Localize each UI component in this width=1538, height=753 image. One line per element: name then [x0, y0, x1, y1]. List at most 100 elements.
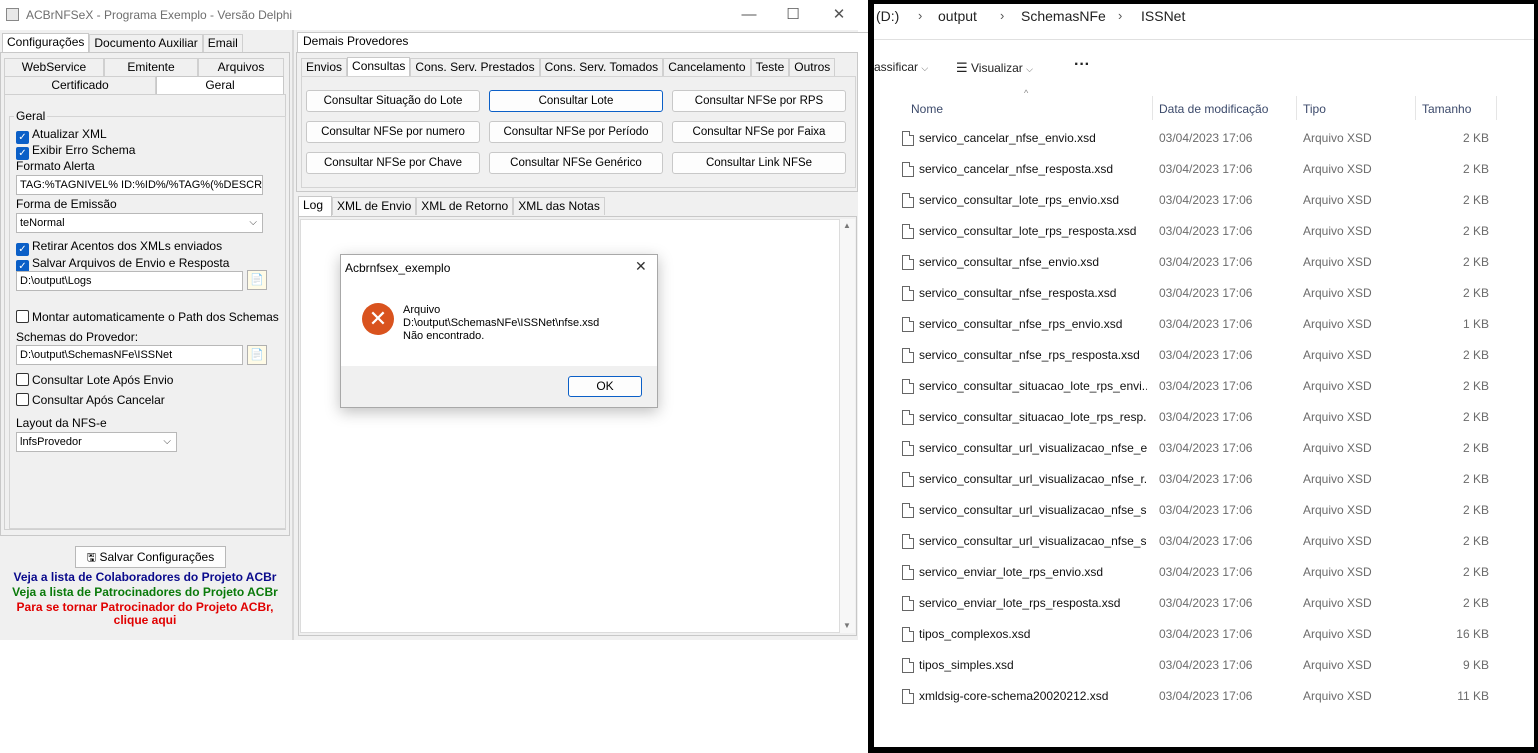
column-header-date[interactable]: Data de modificação: [1159, 102, 1268, 116]
splitter[interactable]: [292, 30, 294, 640]
montar-path-checkbox[interactable]: Montar automaticamente o Path dos Schema…: [16, 310, 279, 324]
file-row[interactable]: servico_consultar_situacao_lote_rps_resp…: [874, 402, 1534, 433]
file-row[interactable]: servico_consultar_nfse_rps_resposta.xsd 0…: [874, 340, 1534, 371]
tab-email[interactable]: Email: [202, 34, 243, 52]
patrocinador-link-line1[interactable]: Para se tornar Patrocinador do Projeto A…: [0, 600, 290, 614]
patrocinador-link-line2[interactable]: clique aqui: [0, 613, 290, 627]
file-row[interactable]: servico_consultar_nfse_rps_envio.xsd 03/0…: [874, 309, 1534, 340]
layout-select[interactable]: lnfsProvedor ⌵: [16, 432, 177, 452]
file-row[interactable]: servico_consultar_lote_rps_resposta.xsd 0…: [874, 216, 1534, 247]
address-bar[interactable]: (D:) › output › SchemasNFe › ISSNet: [874, 4, 1534, 40]
file-date: 03/04/2023 17:06: [1159, 689, 1253, 703]
file-row[interactable]: servico_consultar_nfse_envio.xsd 03/04/20…: [874, 247, 1534, 278]
colaboradores-link[interactable]: Veja a lista de Colaboradores do Projeto…: [0, 570, 290, 584]
tab-envios[interactable]: Envios: [301, 58, 348, 76]
file-row[interactable]: servico_cancelar_nfse_envio.xsd 03/04/202…: [874, 123, 1534, 154]
file-row[interactable]: tipos_complexos.xsd 03/04/2023 17:06 Arqui…: [874, 619, 1534, 650]
browse-folder-icon[interactable]: 📄: [247, 270, 267, 290]
log-scrollbar[interactable]: ▲ ▼: [840, 219, 855, 633]
file-row[interactable]: tipos_simples.xsd 03/04/2023 17:06 Arquivo…: [874, 650, 1534, 681]
consultar-nfse-chave-button[interactable]: Consultar NFSe por Chave: [306, 152, 480, 174]
tab-configuracoes[interactable]: Configurações: [2, 33, 90, 53]
column-divider[interactable]: [1496, 96, 1497, 120]
file-row[interactable]: servico_consultar_lote_rps_envio.xsd 03/0…: [874, 185, 1534, 216]
tab-cancelamento[interactable]: Cancelamento: [663, 58, 751, 76]
file-row[interactable]: servico_consultar_url_visualizacao_nfse_…: [874, 433, 1534, 464]
consultar-cancelar-checkbox[interactable]: Consultar Após Cancelar: [16, 393, 165, 407]
file-row[interactable]: servico_consultar_situacao_lote_rps_envi…: [874, 371, 1534, 402]
minimize-button[interactable]: —: [726, 4, 772, 26]
consultar-nfse-numero-button[interactable]: Consultar NFSe por numero: [306, 121, 480, 143]
visualizar-button[interactable]: ☰ Visualizar ⌵: [956, 60, 1033, 76]
close-button[interactable]: ✕: [816, 4, 862, 26]
tab-log[interactable]: Log: [298, 196, 333, 216]
consultar-situacao-lote-button[interactable]: Consultar Situação do Lote: [306, 90, 480, 112]
tab-certificado[interactable]: Certificado: [4, 76, 156, 94]
logs-path-input[interactable]: D:\output\Logs: [16, 271, 243, 291]
more-options-button[interactable]: ···: [1074, 56, 1090, 74]
file-row[interactable]: servico_cancelar_nfse_resposta.xsd 03/04/…: [874, 154, 1534, 185]
retirar-acentos-checkbox[interactable]: ✓ Retirar Acentos dos XMLs enviados: [16, 239, 222, 256]
tab-geral[interactable]: Geral: [156, 76, 284, 96]
file-type: Arquivo XSD: [1303, 534, 1372, 548]
tab-cons-serv-tomados[interactable]: Cons. Serv. Tomados: [539, 58, 664, 76]
breadcrumb-issnet[interactable]: ISSNet: [1141, 8, 1185, 24]
file-list: servico_cancelar_nfse_envio.xsd 03/04/202…: [874, 123, 1534, 723]
file-row[interactable]: servico_enviar_lote_rps_envio.xsd 03/04/2…: [874, 557, 1534, 588]
browse-schemas-icon[interactable]: 📄: [247, 345, 267, 365]
column-header-type[interactable]: Tipo: [1303, 102, 1326, 116]
exibir-erro-checkbox[interactable]: ✓ Exibir Erro Schema: [16, 143, 135, 160]
tab-documento-auxiliar[interactable]: Documento Auxiliar: [89, 34, 203, 52]
file-row[interactable]: servico_consultar_nfse_resposta.xsd 03/04…: [874, 278, 1534, 309]
classificar-button[interactable]: assificar ⌵: [874, 60, 928, 74]
tab-teste[interactable]: Teste: [750, 58, 790, 76]
file-row[interactable]: servico_consultar_url_visualizacao_nfse_…: [874, 526, 1534, 557]
tab-xml-notas[interactable]: XML das Notas: [513, 197, 605, 215]
breadcrumb-drive[interactable]: (D:): [876, 8, 899, 24]
tab-outros[interactable]: Outros: [789, 58, 836, 76]
column-divider[interactable]: [1152, 96, 1153, 120]
consultar-nfse-periodo-button[interactable]: Consultar NFSe por Período: [489, 121, 663, 143]
file-type: Arquivo XSD: [1303, 627, 1372, 641]
file-name: servico_consultar_nfse_rps_resposta.xsd: [919, 348, 1140, 362]
tab-xml-retorno[interactable]: XML de Retorno: [416, 197, 514, 215]
file-icon: [902, 472, 914, 487]
column-header-name[interactable]: Nome: [911, 102, 943, 116]
column-divider[interactable]: [1415, 96, 1416, 120]
column-header-size[interactable]: Tamanho: [1422, 102, 1471, 116]
maximize-button[interactable]: ☐: [770, 4, 816, 26]
consultar-nfse-faixa-button[interactable]: Consultar NFSe por Faixa: [672, 121, 846, 143]
schemas-path-input[interactable]: D:\output\SchemasNFe\ISSNet: [16, 345, 243, 365]
breadcrumb-output[interactable]: output: [938, 8, 977, 24]
consultar-link-nfse-button[interactable]: Consultar Link NFSe: [672, 152, 846, 174]
consultar-nfse-rps-button[interactable]: Consultar NFSe por RPS: [672, 90, 846, 112]
column-divider[interactable]: [1296, 96, 1297, 120]
file-row[interactable]: servico_consultar_url_visualizacao_nfse_…: [874, 464, 1534, 495]
salvar-configuracoes-button[interactable]: 🖫 Salvar Configurações: [75, 546, 226, 568]
tab-webservice[interactable]: WebService: [4, 58, 104, 76]
file-row[interactable]: xmldsig-core-schema20020212.xsd 03/04/202…: [874, 681, 1534, 712]
file-type: Arquivo XSD: [1303, 689, 1372, 703]
tab-xml-envio[interactable]: XML de Envio: [332, 197, 417, 215]
forma-emissao-select[interactable]: teNormal ⌵: [16, 213, 263, 233]
file-size: 1 KB: [1462, 317, 1489, 331]
consultar-lote-checkbox[interactable]: Consultar Lote Após Envio: [16, 373, 173, 387]
atualizar-xml-checkbox[interactable]: ✓ Atualizar XML: [16, 127, 107, 144]
patrocinadores-link[interactable]: Veja a lista de Patrocinadores do Projet…: [0, 585, 290, 599]
formato-alerta-input[interactable]: TAG:%TAGNIVEL% ID:%ID%/%TAG%(%DESCRI: [16, 175, 263, 195]
file-row[interactable]: servico_enviar_lote_rps_resposta.xsd 03/0…: [874, 588, 1534, 619]
scroll-down-icon[interactable]: ▼: [843, 621, 851, 630]
file-name: servico_consultar_lote_rps_envio.xsd: [919, 193, 1120, 207]
file-size: 2 KB: [1462, 534, 1489, 548]
dialog-close-button[interactable]: ✕: [635, 258, 647, 275]
tab-consultas[interactable]: Consultas: [347, 57, 411, 77]
breadcrumb-schemasnfe[interactable]: SchemasNFe: [1021, 8, 1106, 24]
file-row[interactable]: servico_consultar_url_visualizacao_nfse_…: [874, 495, 1534, 526]
consultar-nfse-generico-button[interactable]: Consultar NFSe Genérico: [489, 152, 663, 174]
scroll-up-icon[interactable]: ▲: [843, 221, 851, 230]
tab-cons-serv-prestados[interactable]: Cons. Serv. Prestados: [410, 58, 540, 76]
consultar-lote-button[interactable]: Consultar Lote: [489, 90, 663, 112]
ok-button[interactable]: OK: [568, 376, 642, 397]
tab-emitente[interactable]: Emitente: [104, 58, 198, 76]
tab-arquivos[interactable]: Arquivos: [198, 58, 284, 76]
